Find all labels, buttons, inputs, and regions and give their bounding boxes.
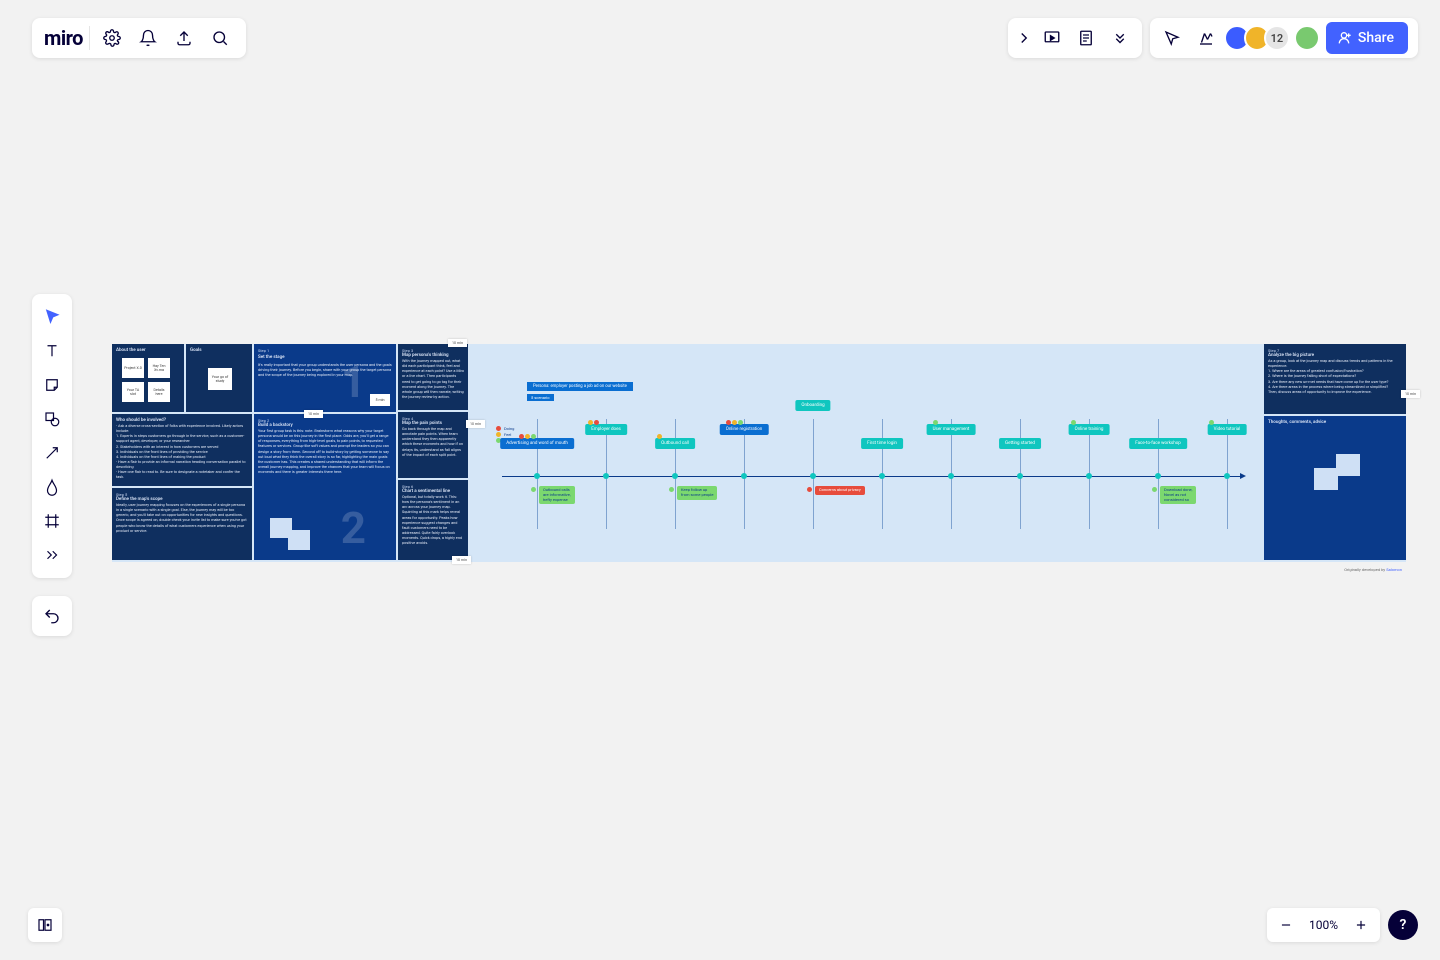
zoom-level[interactable]: 100% xyxy=(1301,918,1346,932)
pain-point[interactable]: Keep follow up from some people xyxy=(677,486,717,500)
time-tag: 10 min xyxy=(452,556,471,564)
logo[interactable]: miro xyxy=(42,26,90,50)
journey-axis xyxy=(502,476,1240,477)
topbar-left: miro xyxy=(32,18,246,58)
frame-step3[interactable]: Step 3 Map persona's thinking With the j… xyxy=(398,344,468,410)
stage-label[interactable]: Advertising and word of mouth xyxy=(500,438,574,449)
sticky[interactable]: Project X.0 xyxy=(122,358,144,378)
topbar-right: 12 Share xyxy=(1008,18,1418,58)
board-canvas[interactable]: About the user Project X.0 Hay Ten Xv.ma… xyxy=(112,344,1406,562)
frame-thoughts[interactable]: Thoughts, comments, advice xyxy=(1264,416,1406,560)
sticky[interactable]: Your TA slot xyxy=(122,382,144,402)
shape-tool[interactable] xyxy=(32,402,72,436)
credit-text: Originally developed by Salomon xyxy=(1344,567,1402,572)
sticky[interactable] xyxy=(288,530,310,550)
select-tool[interactable] xyxy=(32,300,72,334)
avatar xyxy=(1294,25,1320,51)
sticky[interactable] xyxy=(1314,468,1338,490)
search-icon[interactable] xyxy=(204,22,236,54)
more-tools[interactable] xyxy=(32,538,72,572)
frame-step5[interactable]: Step 5 Define the map's scope Ideally, u… xyxy=(112,488,252,560)
stage-label[interactable]: First time login xyxy=(861,438,903,449)
pain-point[interactable]: Concerns about privacy xyxy=(815,486,865,495)
upload-icon[interactable] xyxy=(168,22,200,54)
stage-label[interactable]: Online training xyxy=(1069,424,1110,435)
frame-step4[interactable]: Step 4 Map the pain points Go back throu… xyxy=(398,412,468,478)
zoom-bar: 100% ? xyxy=(1267,908,1418,942)
stage-label[interactable]: Face-to-face workshop xyxy=(1129,438,1187,449)
frame-tool[interactable] xyxy=(32,504,72,538)
avatar-stack[interactable]: 12 xyxy=(1224,25,1320,51)
stage-label[interactable]: Onboarding xyxy=(795,400,830,411)
frames-panel-button[interactable] xyxy=(28,908,62,942)
pain-point[interactable]: Download done, Novel as not considered s… xyxy=(1160,486,1196,504)
sticky[interactable]: Details here xyxy=(148,382,170,402)
frame-step1[interactable]: Step 1 Set the stage It's really importa… xyxy=(254,344,396,412)
chevron-right-icon[interactable] xyxy=(1014,22,1034,54)
stage-label[interactable]: Employer does xyxy=(585,424,627,435)
frame-step2[interactable]: Step 2 Build a backstory Your first grou… xyxy=(254,414,396,560)
stage-label[interactable]: Outbound call xyxy=(655,438,695,449)
help-button[interactable]: ? xyxy=(1388,910,1418,940)
present-pill xyxy=(1008,18,1142,58)
sticky[interactable] xyxy=(1336,454,1360,476)
sticky[interactable]: Hay Ten Xv.ma xyxy=(148,358,170,378)
present-icon[interactable] xyxy=(1036,22,1068,54)
frame-step7[interactable]: Step 7 Analyze the big picture As a grou… xyxy=(1264,344,1406,414)
frame-about-user[interactable]: About the user Project X.0 Hay Ten Xv.ma… xyxy=(112,344,184,412)
stage-label[interactable]: Online registration xyxy=(720,424,769,435)
stage-label[interactable]: Video tutorial xyxy=(1208,424,1247,435)
collab-pill: 12 Share xyxy=(1150,18,1418,58)
settings-icon[interactable] xyxy=(96,22,128,54)
sticky[interactable]: Your go of study xyxy=(208,368,232,390)
time-tag: 10 min xyxy=(1401,390,1420,398)
toolbar xyxy=(32,294,72,578)
zoom-in-button[interactable] xyxy=(1346,910,1376,940)
share-button[interactable]: Share xyxy=(1326,22,1408,54)
frame-step6[interactable]: Step 6 Chart a sentimental line Optional… xyxy=(398,480,468,560)
time-sticky: 5 min xyxy=(370,394,390,406)
time-tag: 10 min xyxy=(448,339,467,347)
cursor-follow-icon[interactable] xyxy=(1156,22,1188,54)
pain-point[interactable]: Outbound calls are informative, hefty ex… xyxy=(539,486,575,504)
sticky-tool[interactable] xyxy=(32,368,72,402)
persona-chip[interactable]: Persona: employer posting a job ad on ou… xyxy=(527,382,633,391)
persona-name[interactable]: 5 scenario xyxy=(527,394,554,401)
stage-label[interactable]: Getting started xyxy=(999,438,1041,449)
reactions-icon[interactable] xyxy=(1190,22,1222,54)
bell-icon[interactable] xyxy=(132,22,164,54)
chevron-double-down-icon[interactable] xyxy=(1104,22,1136,54)
zoom-out-button[interactable] xyxy=(1271,910,1301,940)
arrow-tool[interactable] xyxy=(32,436,72,470)
frame-goals[interactable]: Goals Your go of study xyxy=(186,344,252,412)
avatar-overflow: 12 xyxy=(1264,25,1290,51)
time-tag: 10 min xyxy=(304,410,323,418)
pen-tool[interactable] xyxy=(32,470,72,504)
notes-icon[interactable] xyxy=(1070,22,1102,54)
undo-button[interactable] xyxy=(32,596,72,636)
frame-who[interactable]: Who should be involved? - Ask a diverse … xyxy=(112,414,252,486)
journey-map[interactable]: Persona: employer posting a job ad on ou… xyxy=(472,344,1250,562)
text-tool[interactable] xyxy=(32,334,72,368)
stage-label[interactable]: User management xyxy=(927,424,976,435)
